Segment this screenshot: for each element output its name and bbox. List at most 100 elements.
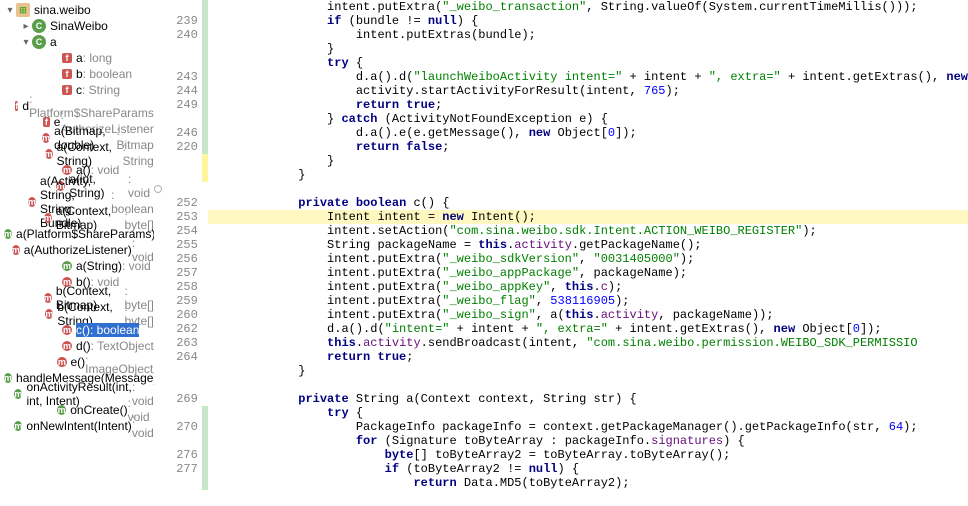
tree-member[interactable]: monNewIntent(Intent) : void	[0, 418, 154, 434]
code-line[interactable]: try {	[208, 406, 968, 420]
tree-member[interactable]: m c() : boolean	[0, 322, 154, 338]
member-sig: : void	[122, 259, 151, 273]
structure-tree[interactable]: ▾ ⊞ sina.weibo ▸ C SinaWeibo ▾ C a fa : …	[0, 0, 154, 506]
code-line[interactable]: }	[208, 42, 968, 56]
splitter-handle-icon[interactable]	[154, 185, 162, 193]
tree-member[interactable]: ma(AuthorizeListener) : void	[0, 242, 154, 258]
method-icon: m	[62, 261, 72, 271]
method-icon: m	[4, 229, 12, 239]
tree-member[interactable]: fa : long	[0, 50, 154, 66]
code-line[interactable]: intent.setAction("com.sina.weibo.sdk.Int…	[208, 224, 968, 238]
code-line[interactable]	[208, 378, 968, 392]
code-line[interactable]: intent.putExtra("_weibo_appPackage", pac…	[208, 266, 968, 280]
code-line[interactable]: d.a().d("launchWeiboActivity intent=" + …	[208, 70, 968, 84]
member-name: a(AuthorizeListener)	[24, 243, 132, 257]
code-area[interactable]: intent.putExtra("_weibo_transaction", St…	[208, 0, 968, 506]
member-name: d	[22, 99, 29, 113]
code-line[interactable]: this.activity.sendBroadcast(intent, "com…	[208, 336, 968, 350]
field-icon: f	[43, 117, 50, 127]
method-icon: m	[12, 245, 20, 255]
package-icon: ⊞	[16, 3, 30, 17]
tree-member[interactable]: m a(String) : void	[0, 258, 154, 274]
member-name: onNewIntent(Intent)	[26, 419, 131, 433]
method-icon: m	[44, 213, 52, 223]
code-line[interactable]: private boolean c() {	[208, 196, 968, 210]
code-line[interactable]: if (bundle != null) {	[208, 14, 968, 28]
member-sig: : boolean	[90, 323, 139, 337]
tree-member[interactable]: ma(Context, Bitmap) : byte[]	[0, 210, 154, 226]
member-name: a	[76, 51, 83, 65]
class-icon: C	[32, 19, 46, 33]
method-icon: m	[57, 405, 66, 415]
code-line[interactable]: intent.putExtra("_weibo_transaction", St…	[208, 0, 968, 14]
tree-member[interactable]: me() : ImageObject	[0, 354, 154, 370]
method-icon: m	[14, 421, 22, 431]
tree-class-a[interactable]: ▾ C a	[0, 34, 154, 50]
code-line[interactable]: String packageName = this.activity.getPa…	[208, 238, 968, 252]
tree-member[interactable]: ma(Platform$ShareParams) : void	[0, 226, 154, 242]
code-line[interactable]: intent.putExtra("_weibo_flag", 538116905…	[208, 294, 968, 308]
code-line[interactable]: if (toByteArray2 != null) {	[208, 462, 968, 476]
code-line[interactable]: activity.startActivityForResult(intent, …	[208, 84, 968, 98]
member-sig: : long	[83, 51, 112, 65]
class-icon: C	[32, 35, 46, 49]
member-name: c()	[76, 323, 90, 337]
line-numbers: 2392402432442492462202522532542552562572…	[162, 0, 202, 506]
tree-member[interactable]: ma(Context, String) : String	[0, 146, 154, 162]
member-name: onCreate()	[70, 403, 127, 417]
method-icon: m	[28, 197, 36, 207]
member-sig: : void	[132, 412, 154, 440]
code-line[interactable]: d.a().e(e.getMessage(), new Object[0]);	[208, 126, 968, 140]
code-line[interactable]: private String a(Context context, String…	[208, 392, 968, 406]
code-line[interactable]: }	[208, 154, 968, 168]
member-sig: : String	[122, 140, 153, 168]
member-name: b	[76, 67, 83, 81]
method-icon: m	[45, 309, 53, 319]
method-icon: m	[62, 325, 72, 335]
method-icon: m	[42, 133, 50, 143]
chevron-right-icon: ▸	[20, 21, 32, 32]
tree-member[interactable]: mb(Context, String) : byte[]	[0, 306, 154, 322]
member-name: a(String)	[76, 259, 122, 273]
member-sig: : boolean	[83, 67, 132, 81]
code-line[interactable]: intent.putExtra("_weibo_sdkVersion", "00…	[208, 252, 968, 266]
field-icon: f	[62, 69, 72, 79]
class-label: SinaWeibo	[50, 19, 108, 33]
code-line[interactable]	[208, 182, 968, 196]
method-icon: m	[62, 341, 72, 351]
code-line[interactable]: intent.putExtra("_weibo_sign", a(this.ac…	[208, 308, 968, 322]
code-line[interactable]: return Data.MD5(toByteArray2);	[208, 476, 968, 490]
code-editor[interactable]: 2392402432442492462202522532542552562572…	[162, 0, 968, 506]
chevron-down-icon: ▾	[4, 5, 16, 16]
package-label: sina.weibo	[34, 3, 91, 17]
method-icon: m	[14, 389, 22, 399]
chevron-down-icon: ▾	[20, 37, 32, 48]
method-icon: m	[44, 293, 52, 303]
member-name: e()	[71, 355, 86, 369]
field-icon: f	[15, 101, 18, 111]
tree-member[interactable]: fb : boolean	[0, 66, 154, 82]
splitter[interactable]	[154, 0, 162, 506]
code-line[interactable]: d.a().d("intent=" + intent + ", extra=" …	[208, 322, 968, 336]
code-line[interactable]: intent.putExtra("_weibo_appKey", this.c)…	[208, 280, 968, 294]
code-line[interactable]: return true;	[208, 350, 968, 364]
field-icon: f	[62, 53, 72, 63]
code-line[interactable]: }	[208, 364, 968, 378]
code-line[interactable]: Intent intent = new Intent();	[208, 210, 968, 224]
code-line[interactable]: PackageInfo packageInfo = context.getPac…	[208, 420, 968, 434]
tree-package[interactable]: ▾ ⊞ sina.weibo	[0, 2, 154, 18]
tree-class-SinaWeibo[interactable]: ▸ C SinaWeibo	[0, 18, 154, 34]
tree-member[interactable]: monCreate() : void	[0, 402, 154, 418]
code-line[interactable]: byte[] toByteArray2 = toByteArray.toByte…	[208, 448, 968, 462]
method-icon: m	[4, 373, 12, 383]
code-line[interactable]: for (Signature toByteArray : packageInfo…	[208, 434, 968, 448]
method-icon: m	[45, 149, 53, 159]
method-icon: m	[57, 357, 66, 367]
code-line[interactable]: try {	[208, 56, 968, 70]
code-line[interactable]: } catch (ActivityNotFoundException e) {	[208, 112, 968, 126]
code-line[interactable]: return false;	[208, 140, 968, 154]
code-line[interactable]: intent.putExtras(bundle);	[208, 28, 968, 42]
code-line[interactable]: }	[208, 168, 968, 182]
class-label: a	[50, 35, 57, 49]
code-line[interactable]: return true;	[208, 98, 968, 112]
